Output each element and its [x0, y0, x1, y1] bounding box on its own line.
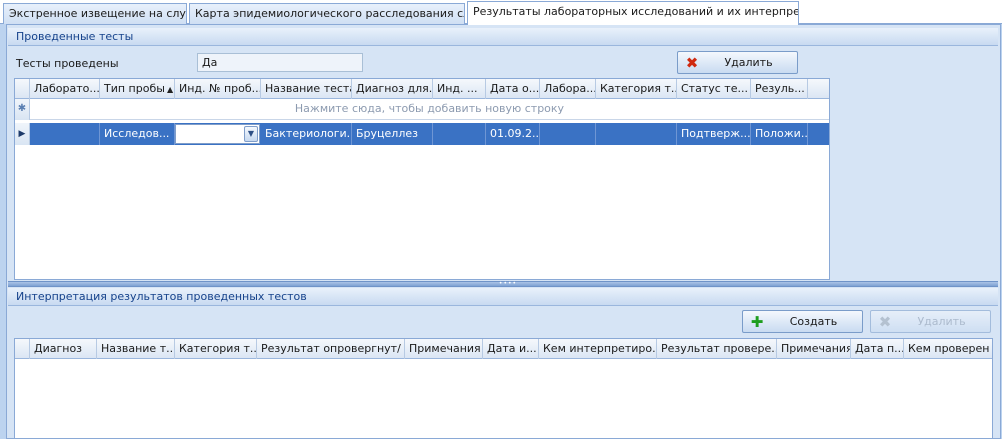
- tests-done-label: Тесты проведены: [16, 57, 119, 70]
- create-button-label: Создать: [789, 315, 838, 328]
- column-header[interactable]: Результат опровергнут/ ...: [257, 339, 405, 359]
- tests-section-header: Проведенные тесты: [8, 28, 998, 46]
- chevron-down-icon[interactable]: ▼: [244, 126, 258, 142]
- table-cell[interactable]: Бактериологи...: [261, 123, 352, 145]
- table-cell[interactable]: Исследов...: [100, 123, 175, 145]
- column-header[interactable]: Резуль...: [751, 79, 808, 99]
- table-cell[interactable]: Бруцеллез: [352, 123, 433, 145]
- new-row-hint[interactable]: Нажмите сюда, чтобы добавить новую строк…: [30, 99, 829, 119]
- table-cell[interactable]: [30, 123, 100, 145]
- interpretation-grid-header: Диагноз Название т... Категория т... Рез…: [15, 339, 992, 359]
- plus-icon: ✚: [750, 313, 764, 331]
- table-cell[interactable]: [540, 123, 596, 145]
- column-header[interactable]: Диагноз: [30, 339, 97, 359]
- new-row[interactable]: ✱ Нажмите сюда, чтобы добавить новую стр…: [15, 99, 829, 120]
- column-header[interactable]: Кем интерпретиро...: [539, 339, 657, 359]
- delete-interpretation-button[interactable]: ✖ Удалить: [870, 310, 991, 333]
- table-row[interactable]: ▶ Исследов... ▼ Бактериологи... Бруцелле…: [15, 123, 829, 145]
- column-header[interactable]: Инд. ...: [433, 79, 486, 99]
- sort-ascending-icon: ▲: [166, 85, 174, 94]
- tests-done-field[interactable]: Да: [197, 53, 363, 72]
- column-header[interactable]: Название теста: [261, 79, 352, 99]
- delete-interpretation-label: Удалить: [917, 315, 966, 328]
- column-header[interactable]: Категория т...: [596, 79, 677, 99]
- tab-lab-results[interactable]: Результаты лабораторных исследований и и…: [467, 1, 799, 25]
- column-header[interactable]: Дата о...: [486, 79, 540, 99]
- splitter-grip-icon: ••••: [498, 280, 518, 287]
- table-cell[interactable]: [596, 123, 677, 145]
- column-header[interactable]: Результат провере...: [657, 339, 777, 359]
- column-header[interactable]: Категория т...: [175, 339, 257, 359]
- tests-grid[interactable]: Лаборато... Тип пробы ▲ Инд. № проб... На…: [14, 78, 830, 280]
- table-cell[interactable]: Подтверж...: [677, 123, 751, 145]
- tab-epidemiological-card[interactable]: Карта эпидемиологического расследования …: [189, 3, 465, 24]
- row-indicator-header: [15, 79, 30, 99]
- column-header[interactable]: Кем проверен: [904, 339, 992, 359]
- table-cell[interactable]: 01.09.2...: [486, 123, 540, 145]
- interpretation-grid[interactable]: Диагноз Название т... Категория т... Рез…: [14, 338, 993, 439]
- row-selector-icon[interactable]: ▶: [15, 123, 30, 145]
- column-header[interactable]: Лабора...: [540, 79, 596, 99]
- column-header[interactable]: Лаборато...: [30, 79, 100, 99]
- interpretation-section-header: Интерпретация результатов проведенных те…: [8, 288, 998, 306]
- delete-test-button[interactable]: ✖ Удалить: [677, 51, 798, 74]
- column-header[interactable]: Статус те...: [677, 79, 751, 99]
- tab-emergency-notice[interactable]: Экстренное извещение на случай: [3, 3, 187, 24]
- column-header[interactable]: Примечания: [405, 339, 483, 359]
- delete-icon: ✖: [685, 54, 699, 72]
- column-header[interactable]: Примечания: [777, 339, 851, 359]
- delete-icon: ✖: [878, 313, 892, 331]
- panel-splitter[interactable]: ••••: [8, 281, 998, 287]
- column-header[interactable]: Дата п...: [851, 339, 904, 359]
- table-cell[interactable]: Положи...: [751, 123, 808, 145]
- tests-grid-header: Лаборато... Тип пробы ▲ Инд. № проб... На…: [15, 79, 829, 99]
- column-header[interactable]: Название т...: [97, 339, 175, 359]
- create-interpretation-button[interactable]: ✚ Создать: [742, 310, 863, 333]
- row-indicator-header: [15, 339, 30, 359]
- delete-test-button-label: Удалить: [724, 56, 773, 69]
- column-header[interactable]: Диагноз для...: [352, 79, 433, 99]
- column-header[interactable]: Инд. № проб...: [175, 79, 261, 99]
- column-header[interactable]: Дата и...: [483, 339, 539, 359]
- tab-strip: Экстренное извещение на случай Карта эпи…: [0, 0, 1002, 25]
- column-header-sorted[interactable]: Тип пробы ▲: [100, 79, 175, 99]
- new-row-icon: ✱: [15, 99, 30, 120]
- table-cell[interactable]: [433, 123, 486, 145]
- column-header-label: Тип пробы: [104, 82, 165, 95]
- sample-number-dropdown[interactable]: ▼: [175, 124, 260, 144]
